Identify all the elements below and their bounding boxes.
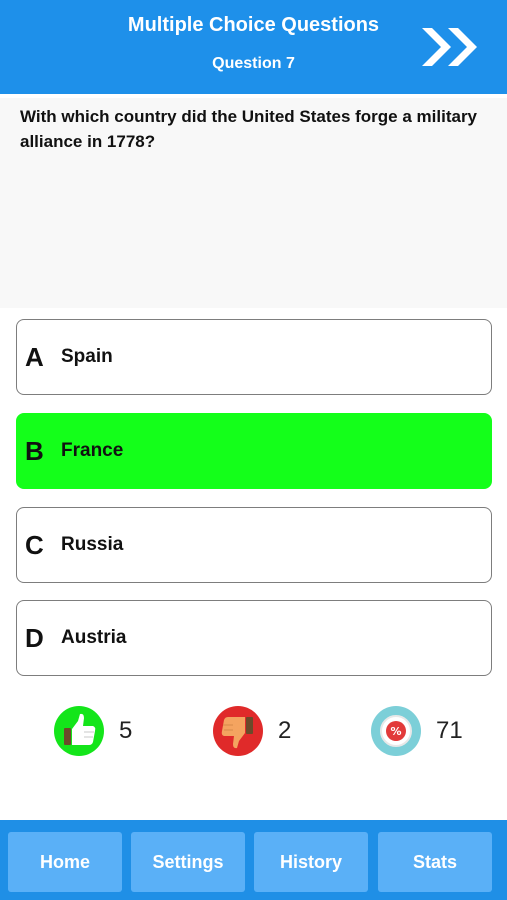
percent-score: 71 xyxy=(436,717,463,744)
wrong-count: 2 xyxy=(278,717,292,744)
question-text: With which country did the United States… xyxy=(20,107,478,151)
header-bar: Multiple Choice Questions Question 7 xyxy=(0,0,507,94)
double-chevron-right-icon xyxy=(422,28,477,66)
percent-badge-icon: % xyxy=(371,706,421,756)
wrong-count-stat: 2 xyxy=(212,705,291,757)
svg-text:%: % xyxy=(390,725,401,738)
thumbs-down-icon xyxy=(213,706,263,756)
thumbs-up-icon xyxy=(54,706,104,756)
tab-stats[interactable]: Stats xyxy=(378,832,492,892)
tab-home[interactable]: Home xyxy=(8,832,122,892)
answer-letter: A xyxy=(25,341,44,372)
answer-option-d[interactable]: D Austria xyxy=(16,600,492,676)
answer-option-a[interactable]: A Spain xyxy=(16,319,492,395)
answer-text: Spain xyxy=(61,346,113,367)
next-question-button[interactable] xyxy=(418,24,484,70)
answer-letter: B xyxy=(25,435,44,466)
answer-text: Austria xyxy=(61,627,127,648)
tab-settings[interactable]: Settings xyxy=(131,832,245,892)
answer-option-c[interactable]: C Russia xyxy=(16,507,492,583)
tab-history[interactable]: History xyxy=(254,832,368,892)
percent-stat: % 71 xyxy=(370,705,463,757)
correct-count-stat: 5 xyxy=(53,705,132,757)
answer-letter: C xyxy=(25,529,44,560)
correct-count: 5 xyxy=(119,717,133,744)
answer-letter: D xyxy=(25,622,44,653)
answer-text: France xyxy=(61,440,124,461)
answer-text: Russia xyxy=(61,534,124,555)
bottom-tab-bar: Home Settings History Stats xyxy=(0,820,507,900)
answer-option-b[interactable]: B France xyxy=(16,413,492,489)
